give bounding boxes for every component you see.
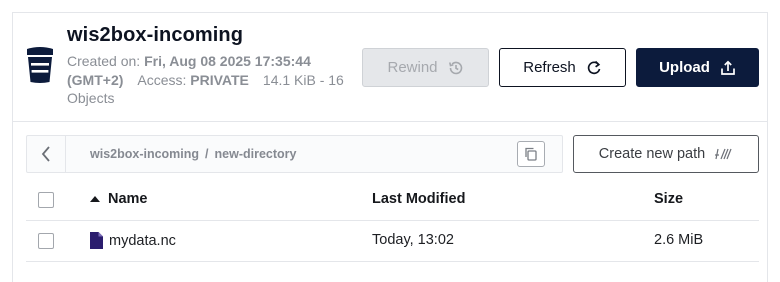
row-checkbox[interactable] <box>38 233 54 249</box>
upload-icon <box>721 60 735 75</box>
breadcrumb-separator: / <box>205 147 209 161</box>
rewind-label: Rewind <box>387 59 438 76</box>
breadcrumb-bucket[interactable]: wis2box-incoming <box>90 147 199 161</box>
column-header-name[interactable]: Name <box>90 191 148 207</box>
bucket-title: wis2box-incoming <box>67 24 244 46</box>
path-bar: wis2box-incoming / new-directory <box>26 135 563 173</box>
header-divider <box>12 121 768 122</box>
created-label: Created on: <box>67 53 141 69</box>
column-header-size[interactable]: Size <box>654 191 683 207</box>
column-name-label: Name <box>108 191 148 207</box>
bucket-meta: Created on: Fri, Aug 08 2025 17:35:44 (G… <box>67 52 352 108</box>
create-new-path-button[interactable]: Create new path <box>573 135 759 173</box>
file-size: 2.6 MiB <box>654 232 704 248</box>
back-button[interactable] <box>27 136 66 172</box>
object-table: Name Last Modified Size mydata.nc Today,… <box>26 180 759 262</box>
new-path-icon <box>715 148 732 160</box>
file-last-modified: Today, 13:02 <box>372 232 454 248</box>
create-new-path-label: Create new path <box>598 146 706 162</box>
access-label: Access: <box>137 71 187 88</box>
history-icon <box>448 61 462 74</box>
table-row[interactable]: mydata.nc Today, 13:02 2.6 MiB <box>26 221 759 262</box>
sort-ascending-icon <box>90 196 100 202</box>
copy-path-button[interactable] <box>517 141 545 167</box>
select-all-checkbox[interactable] <box>38 192 54 208</box>
file-name: mydata.nc <box>109 232 176 249</box>
file-name-cell[interactable]: mydata.nc <box>90 232 176 249</box>
refresh-label: Refresh <box>523 59 576 76</box>
chevron-left-icon <box>41 146 50 162</box>
breadcrumb: wis2box-incoming / new-directory <box>90 147 297 161</box>
breadcrumb-directory[interactable]: new-directory <box>215 147 297 161</box>
copy-icon <box>525 147 537 161</box>
upload-label: Upload <box>659 59 710 76</box>
access-value: PRIVATE <box>190 71 249 88</box>
refresh-button[interactable]: Refresh <box>499 48 626 87</box>
rewind-button[interactable]: Rewind <box>362 48 489 87</box>
file-icon <box>90 232 103 249</box>
refresh-icon <box>587 60 601 74</box>
bucket-icon <box>27 47 53 83</box>
table-header-row: Name Last Modified Size <box>26 180 759 221</box>
upload-button[interactable]: Upload <box>636 48 759 87</box>
column-header-last-modified[interactable]: Last Modified <box>372 191 465 207</box>
